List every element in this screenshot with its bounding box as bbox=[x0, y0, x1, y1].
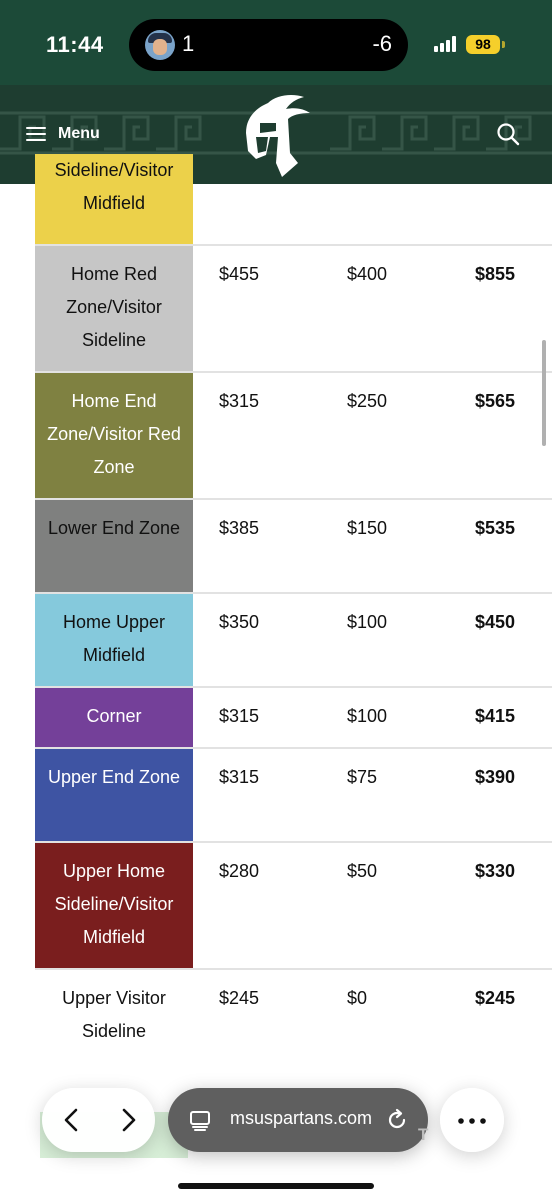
price-total: $450 bbox=[475, 612, 516, 632]
price-b: $50 bbox=[347, 861, 378, 881]
price-b: $0 bbox=[347, 988, 368, 1008]
dynamic-island-live-activity[interactable]: 1 -6 bbox=[129, 19, 408, 71]
home-indicator[interactable] bbox=[178, 1183, 374, 1189]
zone-name-cell: Sideline/Visitor Midfield bbox=[35, 154, 193, 244]
battery-level: 98 bbox=[466, 35, 500, 54]
live-activity-position: 1 bbox=[182, 31, 195, 56]
price-total: $330 bbox=[475, 861, 516, 881]
search-icon[interactable] bbox=[496, 122, 520, 146]
live-activity-score: -6 bbox=[372, 31, 392, 56]
reload-icon[interactable] bbox=[384, 1107, 410, 1133]
price-b: $75 bbox=[347, 767, 378, 787]
navigation-buttons bbox=[42, 1088, 155, 1152]
cellular-signal-icon bbox=[434, 36, 460, 52]
zone-name: Home Upper Midfield bbox=[62, 612, 166, 665]
price-total: $535 bbox=[475, 518, 516, 538]
zone-name-cell: Upper End Zone bbox=[35, 749, 193, 841]
price-b: $100 bbox=[347, 612, 388, 632]
status-bar: 11:44 1 -6 98 bbox=[0, 0, 552, 85]
player-avatar bbox=[145, 30, 175, 60]
price-b: $250 bbox=[347, 391, 388, 411]
zone-name: Corner bbox=[86, 706, 142, 726]
zone-name-cell: Upper Home Sideline/Visitor Midfield bbox=[35, 843, 193, 968]
battery-tip bbox=[502, 41, 505, 48]
status-time: 11:44 bbox=[46, 32, 104, 57]
table-row: Upper Visitor Sideline $245 $0 $245 bbox=[35, 970, 552, 1064]
price-a: $350 bbox=[219, 612, 260, 632]
hamburger-icon bbox=[26, 126, 46, 142]
price-total: $415 bbox=[475, 706, 516, 726]
table-row: Home End Zone/Visitor Red Zone $315 $250… bbox=[35, 373, 552, 500]
price-b: $400 bbox=[347, 264, 388, 284]
zone-name-cell: Lower End Zone bbox=[35, 500, 193, 592]
tabs-icon[interactable] bbox=[188, 1108, 212, 1132]
chevron-right-icon[interactable] bbox=[112, 1104, 144, 1136]
table-row: Lower End Zone $385 $150 $535 bbox=[35, 500, 552, 594]
price-b: $150 bbox=[347, 518, 388, 538]
underlying-button-text: T bbox=[418, 1125, 429, 1144]
face-shape bbox=[153, 39, 167, 55]
menu-label: Menu bbox=[58, 125, 100, 142]
table-row: Home Upper Midfield $350 $100 $450 bbox=[35, 594, 552, 688]
table-row: Upper End Zone $315 $75 $390 bbox=[35, 749, 552, 843]
url-text: msuspartans.com bbox=[230, 1108, 373, 1128]
zone-name-cell: Home End Zone/Visitor Red Zone bbox=[35, 373, 193, 498]
zone-name: Home Red Zone/Visitor Sideline bbox=[66, 264, 162, 350]
price-total: $855 bbox=[475, 264, 516, 284]
price-a: $315 bbox=[219, 767, 260, 787]
table-row: Upper Home Sideline/Visitor Midfield $28… bbox=[35, 843, 552, 970]
price-a: $455 bbox=[219, 264, 260, 284]
menu-button[interactable]: Menu bbox=[26, 121, 100, 147]
page-scrollbar[interactable] bbox=[542, 340, 546, 446]
zone-name: Upper Visitor Sideline bbox=[62, 988, 166, 1041]
more-button[interactable] bbox=[440, 1088, 504, 1152]
table-row: Corner $315 $100 $415 bbox=[35, 688, 552, 749]
price-total: $245 bbox=[475, 988, 516, 1008]
price-a: $245 bbox=[219, 988, 260, 1008]
address-bar[interactable]: msuspartans.com bbox=[168, 1088, 428, 1152]
zone-name: Upper Home Sideline/Visitor Midfield bbox=[54, 861, 174, 947]
zone-name-cell: Home Red Zone/Visitor Sideline bbox=[35, 246, 193, 371]
more-dots-icon bbox=[458, 1118, 486, 1124]
zone-name-cell: Upper Visitor Sideline bbox=[35, 970, 193, 1064]
price-total: $565 bbox=[475, 391, 516, 411]
price-a: $280 bbox=[219, 861, 260, 881]
zone-name-cell: Home Upper Midfield bbox=[35, 594, 193, 686]
zone-name: Lower End Zone bbox=[47, 518, 181, 538]
zone-name: Sideline/Visitor Midfield bbox=[54, 160, 174, 213]
zone-name: Upper End Zone bbox=[47, 767, 181, 787]
table-row: Home Red Zone/Visitor Sideline $455 $400… bbox=[35, 246, 552, 373]
price-a: $315 bbox=[219, 391, 260, 411]
price-a: $385 bbox=[219, 518, 260, 538]
zone-name-cell: Corner bbox=[35, 688, 193, 747]
zone-name: Home End Zone/Visitor Red Zone bbox=[47, 391, 181, 477]
price-a: $315 bbox=[219, 706, 260, 726]
price-b: $100 bbox=[347, 706, 388, 726]
price-total: $390 bbox=[475, 767, 516, 787]
table-row: Sideline/Visitor Midfield bbox=[35, 154, 552, 246]
chevron-left-icon[interactable] bbox=[56, 1104, 88, 1136]
